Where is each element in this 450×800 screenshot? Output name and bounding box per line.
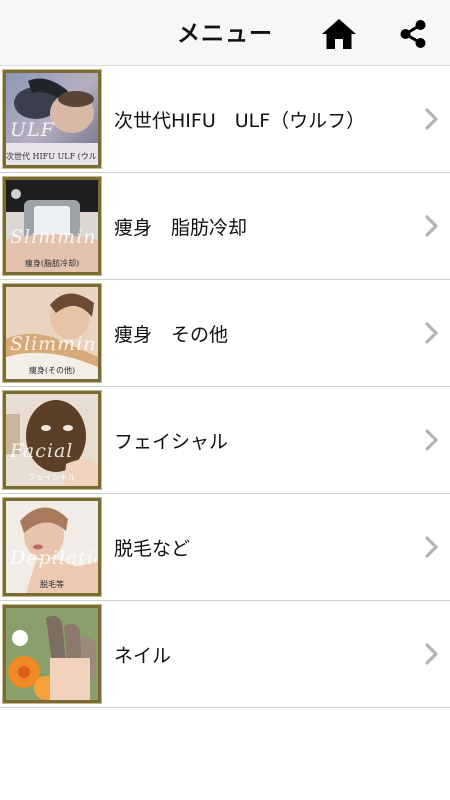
- app-screen: メニュー ULF 次世代 HIFU ULF (ウルフ) 次世代HIFU ULF（…: [0, 0, 450, 800]
- menu-item-label: 痩身 その他: [114, 323, 229, 346]
- chevron-right-icon: [425, 322, 438, 344]
- thumb-caption: フェイシャル: [28, 473, 76, 482]
- thumb-caption: 次世代 HIFU ULF (ウルフ): [6, 152, 101, 161]
- chevron-right-icon: [425, 643, 438, 665]
- thumb-script-text: Slimming: [10, 333, 96, 355]
- menu-item-label: 脱毛など: [114, 537, 191, 560]
- nail-thumbnail: [2, 604, 102, 704]
- share-button[interactable]: [394, 15, 432, 53]
- hifu-treatment-thumbnail: ULF 次世代 HIFU ULF (ウルフ): [2, 69, 102, 169]
- menu-list: ULF 次世代 HIFU ULF (ウルフ) 次世代HIFU ULF（ウルフ） …: [0, 66, 450, 708]
- thumb-script-text: Depilation: [10, 547, 96, 569]
- facial-thumbnail: Facial フェイシャル: [2, 390, 102, 490]
- header-bar: メニュー: [0, 0, 450, 66]
- share-icon: [400, 20, 426, 48]
- menu-item-nail[interactable]: ネイル: [0, 601, 450, 708]
- menu-item-label: 次世代HIFU ULF（ウルフ）: [114, 109, 366, 132]
- thumb-script-text: Slimming: [10, 226, 96, 248]
- page-title: メニュー: [177, 21, 273, 47]
- menu-item-hifu-ulf[interactable]: ULF 次世代 HIFU ULF (ウルフ) 次世代HIFU ULF（ウルフ）: [0, 66, 450, 173]
- menu-item-fat-cooling[interactable]: Slimming 痩身(脂肪冷却) 痩身 脂肪冷却: [0, 173, 450, 280]
- chevron-right-icon: [425, 429, 438, 451]
- menu-item-depilation[interactable]: Depilation 脱毛等 脱毛など: [0, 494, 450, 601]
- menu-item-label: フェイシャル: [114, 430, 229, 453]
- fat-cooling-thumbnail: Slimming 痩身(脂肪冷却): [2, 176, 102, 276]
- thumb-caption: 痩身(脂肪冷却): [24, 259, 80, 268]
- menu-item-slimming-other[interactable]: Slimming 痩身(その他) 痩身 その他: [0, 280, 450, 387]
- menu-item-label: 痩身 脂肪冷却: [114, 216, 248, 239]
- home-icon: [322, 19, 356, 49]
- menu-item-label: ネイル: [114, 644, 172, 667]
- slimming-other-thumbnail: Slimming 痩身(その他): [2, 283, 102, 383]
- chevron-right-icon: [425, 215, 438, 237]
- chevron-right-icon: [425, 536, 438, 558]
- depilation-thumbnail: Depilation 脱毛等: [2, 497, 102, 597]
- thumb-script-text: Facial: [10, 440, 74, 462]
- thumb-caption: 痩身(その他): [28, 366, 76, 375]
- menu-item-facial[interactable]: Facial フェイシャル フェイシャル: [0, 387, 450, 494]
- home-button[interactable]: [320, 15, 358, 53]
- chevron-right-icon: [425, 108, 438, 130]
- thumb-script-text: ULF: [10, 119, 55, 141]
- nail-art-image: [6, 608, 98, 700]
- thumb-caption: 脱毛等: [40, 580, 64, 589]
